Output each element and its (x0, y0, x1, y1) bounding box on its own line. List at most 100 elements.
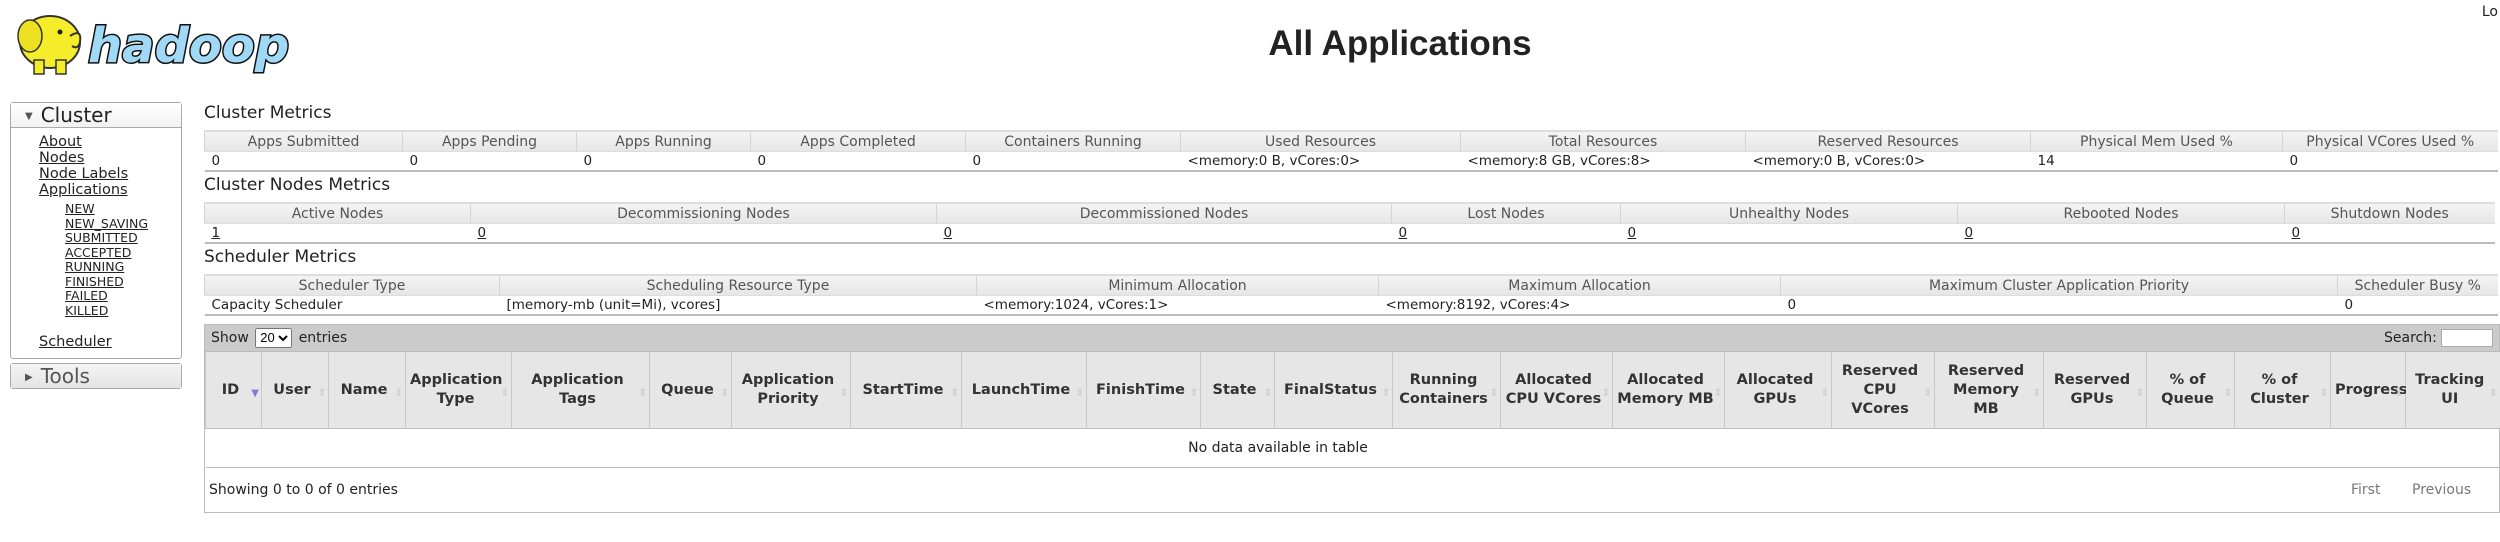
page-title: All Applications (1268, 24, 1532, 63)
column-header-tracking-ui[interactable]: Tracking UI ⇕ (2405, 351, 2500, 429)
column-header-reserved-gpus[interactable]: Reserved GPUs ⇕ (2043, 351, 2147, 429)
header-used-resources: Used Resources (1180, 130, 1461, 152)
column-label: Allocated GPUs (1736, 372, 1814, 407)
header-scheduling-resource-type: Scheduling Resource Type (499, 274, 977, 296)
column-header-running-containers[interactable]: Running Containers ⇕ (1392, 351, 1501, 429)
header-total-resources: Total Resources (1460, 130, 1746, 152)
applications-table-wrapper: Show 20 entries Search: ID ▼ User ⇕ Name ⇕ App… (204, 324, 2500, 513)
nav-applications[interactable]: Applications (39, 182, 181, 198)
nav-state-accepted[interactable]: ACCEPTED (65, 245, 181, 261)
value-link-decommissioning-nodes[interactable]: 0 (478, 225, 487, 241)
nav-nodes[interactable]: Nodes (39, 150, 181, 166)
value-link-decommissioned-nodes[interactable]: 0 (944, 225, 953, 241)
column-label: Name (340, 381, 388, 398)
scheduler-metrics-table: Scheduler Type Scheduling Resource Type Mi… (204, 274, 2498, 316)
column-header-of-cluster[interactable]: % of Cluster ⇕ (2234, 351, 2331, 429)
sort-both-icon: ⇕ (720, 388, 729, 399)
nav-state-finished[interactable]: FINISHED (65, 274, 181, 290)
sort-both-icon: ⇕ (2223, 388, 2232, 399)
column-header-allocated-cpu-vcores[interactable]: Allocated CPU VCores ⇕ (1500, 351, 1613, 429)
header-row: Active Nodes Decommissioning Nodes Decommi… (204, 202, 2495, 224)
sort-both-icon: ⇕ (1263, 388, 1272, 399)
nav-scheduler[interactable]: Scheduler (39, 334, 181, 350)
header-apps-pending: Apps Pending (402, 130, 577, 152)
triangle-down-icon: ▼ (25, 110, 33, 122)
applications-table: ID ▼ User ⇕ Name ⇕ Application Type ⇕ Applicatio… (205, 351, 2500, 468)
value-reserved-resources: <memory:0 B, vCores:0> (1752, 153, 1926, 169)
sort-both-icon: ⇕ (1713, 388, 1722, 399)
column-header-launchtime[interactable]: LaunchTime ⇕ (961, 351, 1087, 429)
value-decommissioning-nodes: 0 (471, 224, 937, 244)
column-header-reserved-cpu-vcores[interactable]: Reserved CPU VCores ⇕ (1831, 351, 1935, 429)
column-header-of-queue[interactable]: % of Queue ⇕ (2146, 351, 2235, 429)
nav-state-new[interactable]: NEW (65, 201, 181, 217)
value-link-unhealthy-nodes[interactable]: 0 (1628, 225, 1637, 241)
value-containers-running: 0 (972, 153, 982, 169)
search-input[interactable] (2441, 329, 2493, 347)
nav-node-labels[interactable]: Node Labels (39, 166, 181, 182)
nav-state-running[interactable]: RUNNING (65, 259, 181, 275)
column-label: ID (221, 381, 240, 398)
column-header-allocated-gpus[interactable]: Allocated GPUs ⇕ (1724, 351, 1832, 429)
column-header-id[interactable]: ID ▼ (205, 351, 262, 429)
cluster-toggle[interactable]: ▼ Cluster (11, 103, 181, 128)
column-header-user[interactable]: User ⇕ (261, 351, 329, 429)
column-header-name[interactable]: Name ⇕ (328, 351, 406, 429)
nav-state-new-saving[interactable]: NEW_SAVING (65, 216, 181, 232)
nav-about[interactable]: About (39, 134, 181, 150)
column-header-finishtime[interactable]: FinishTime ⇕ (1086, 351, 1201, 429)
data-row: 0 0 0 0 0 <memory:0 B, vCores:0> <memory:8 GB,… (205, 152, 2498, 172)
column-header-starttime[interactable]: StartTime ⇕ (850, 351, 962, 429)
column-header-application-priority[interactable]: Application Priority ⇕ (731, 351, 851, 429)
sort-both-icon: ⇕ (500, 388, 509, 399)
value-link-shutdown-nodes[interactable]: 0 (2292, 225, 2301, 241)
value-total-resources: <memory:8 GB, vCores:8> (1467, 153, 1651, 169)
header-maximum-allocation: Maximum Allocation (1378, 274, 1781, 296)
value-scheduler-busy: 0 (2344, 297, 2354, 313)
nav-state-killed[interactable]: KILLED (65, 303, 181, 319)
cluster-panel: ▼ Cluster About Nodes Node Labels Applica… (10, 102, 182, 359)
value-link-active-nodes[interactable]: 1 (212, 225, 221, 241)
tools-toggle[interactable]: ▶ Tools (11, 364, 181, 388)
sort-both-icon: ⇕ (1601, 388, 1610, 399)
column-label: Reserved Memory MB (1947, 362, 2025, 417)
column-label: Reserved CPU VCores (1841, 362, 1919, 417)
header-decommissioned-nodes: Decommissioned Nodes (936, 202, 1392, 224)
column-header-reserved-memory-mb[interactable]: Reserved Memory MB ⇕ (1934, 351, 2044, 429)
column-header-state[interactable]: State ⇕ (1200, 351, 1275, 429)
column-header-application-type[interactable]: Application Type ⇕ (405, 351, 512, 429)
node-metrics-title: Cluster Nodes Metrics (204, 175, 391, 195)
column-label: User (273, 381, 311, 398)
value-physical-vcores-used: 0 (2289, 153, 2299, 169)
column-header-finalstatus[interactable]: FinalStatus ⇕ (1274, 351, 1393, 429)
previous-page-button[interactable]: Previous (2412, 468, 2471, 512)
sort-desc-icon: ▼ (251, 388, 259, 399)
column-header-allocated-memory-mb[interactable]: Allocated Memory MB ⇕ (1612, 351, 1725, 429)
column-header-progress[interactable]: Progress ⇕ (2330, 351, 2407, 429)
table-toolbar: Show 20 entries Search: (205, 325, 2499, 351)
header-maximum-cluster-application-priority: Maximum Cluster Application Priority (1780, 274, 2338, 296)
value-maximum-cluster-application-priority: 0 (1787, 297, 1797, 313)
value-link-lost-nodes[interactable]: 0 (1399, 225, 1408, 241)
nav-state-failed[interactable]: FAILED (65, 288, 181, 304)
scheduler-metrics-title: Scheduler Metrics (204, 247, 357, 267)
column-header-queue[interactable]: Queue ⇕ (649, 351, 732, 429)
page-size-select[interactable]: 20 (255, 327, 293, 348)
first-page-button[interactable]: First (2351, 468, 2380, 512)
nav-state-submitted[interactable]: SUBMITTED (65, 230, 181, 246)
value-link-rebooted-nodes[interactable]: 0 (1965, 225, 1974, 241)
header-row: Scheduler Type Scheduling Resource Type Mi… (204, 274, 2498, 296)
sort-both-icon: ⇕ (950, 388, 959, 399)
header-physical-mem-used: Physical Mem Used % (2030, 130, 2283, 152)
logged-in-user: Lo (2481, 4, 2498, 20)
header-physical-vcores-used: Physical VCores Used % (2282, 130, 2498, 152)
sort-both-icon: ⇕ (2489, 388, 2498, 399)
value-minimum-allocation: <memory:1024, vCores:1> (983, 297, 1169, 313)
empty-message: No data available in table (205, 428, 2500, 468)
column-header-application-tags[interactable]: Application Tags ⇕ (511, 351, 650, 429)
header-reserved-resources: Reserved Resources (1745, 130, 2031, 152)
value-apps-running: 0 (583, 153, 593, 169)
value-scheduling-resource-type: [memory-mb (unit=Mi), vcores] (506, 297, 721, 313)
cluster-metrics-title: Cluster Metrics (204, 103, 332, 123)
table-info: Showing 0 to 0 of 0 entries (209, 482, 398, 498)
